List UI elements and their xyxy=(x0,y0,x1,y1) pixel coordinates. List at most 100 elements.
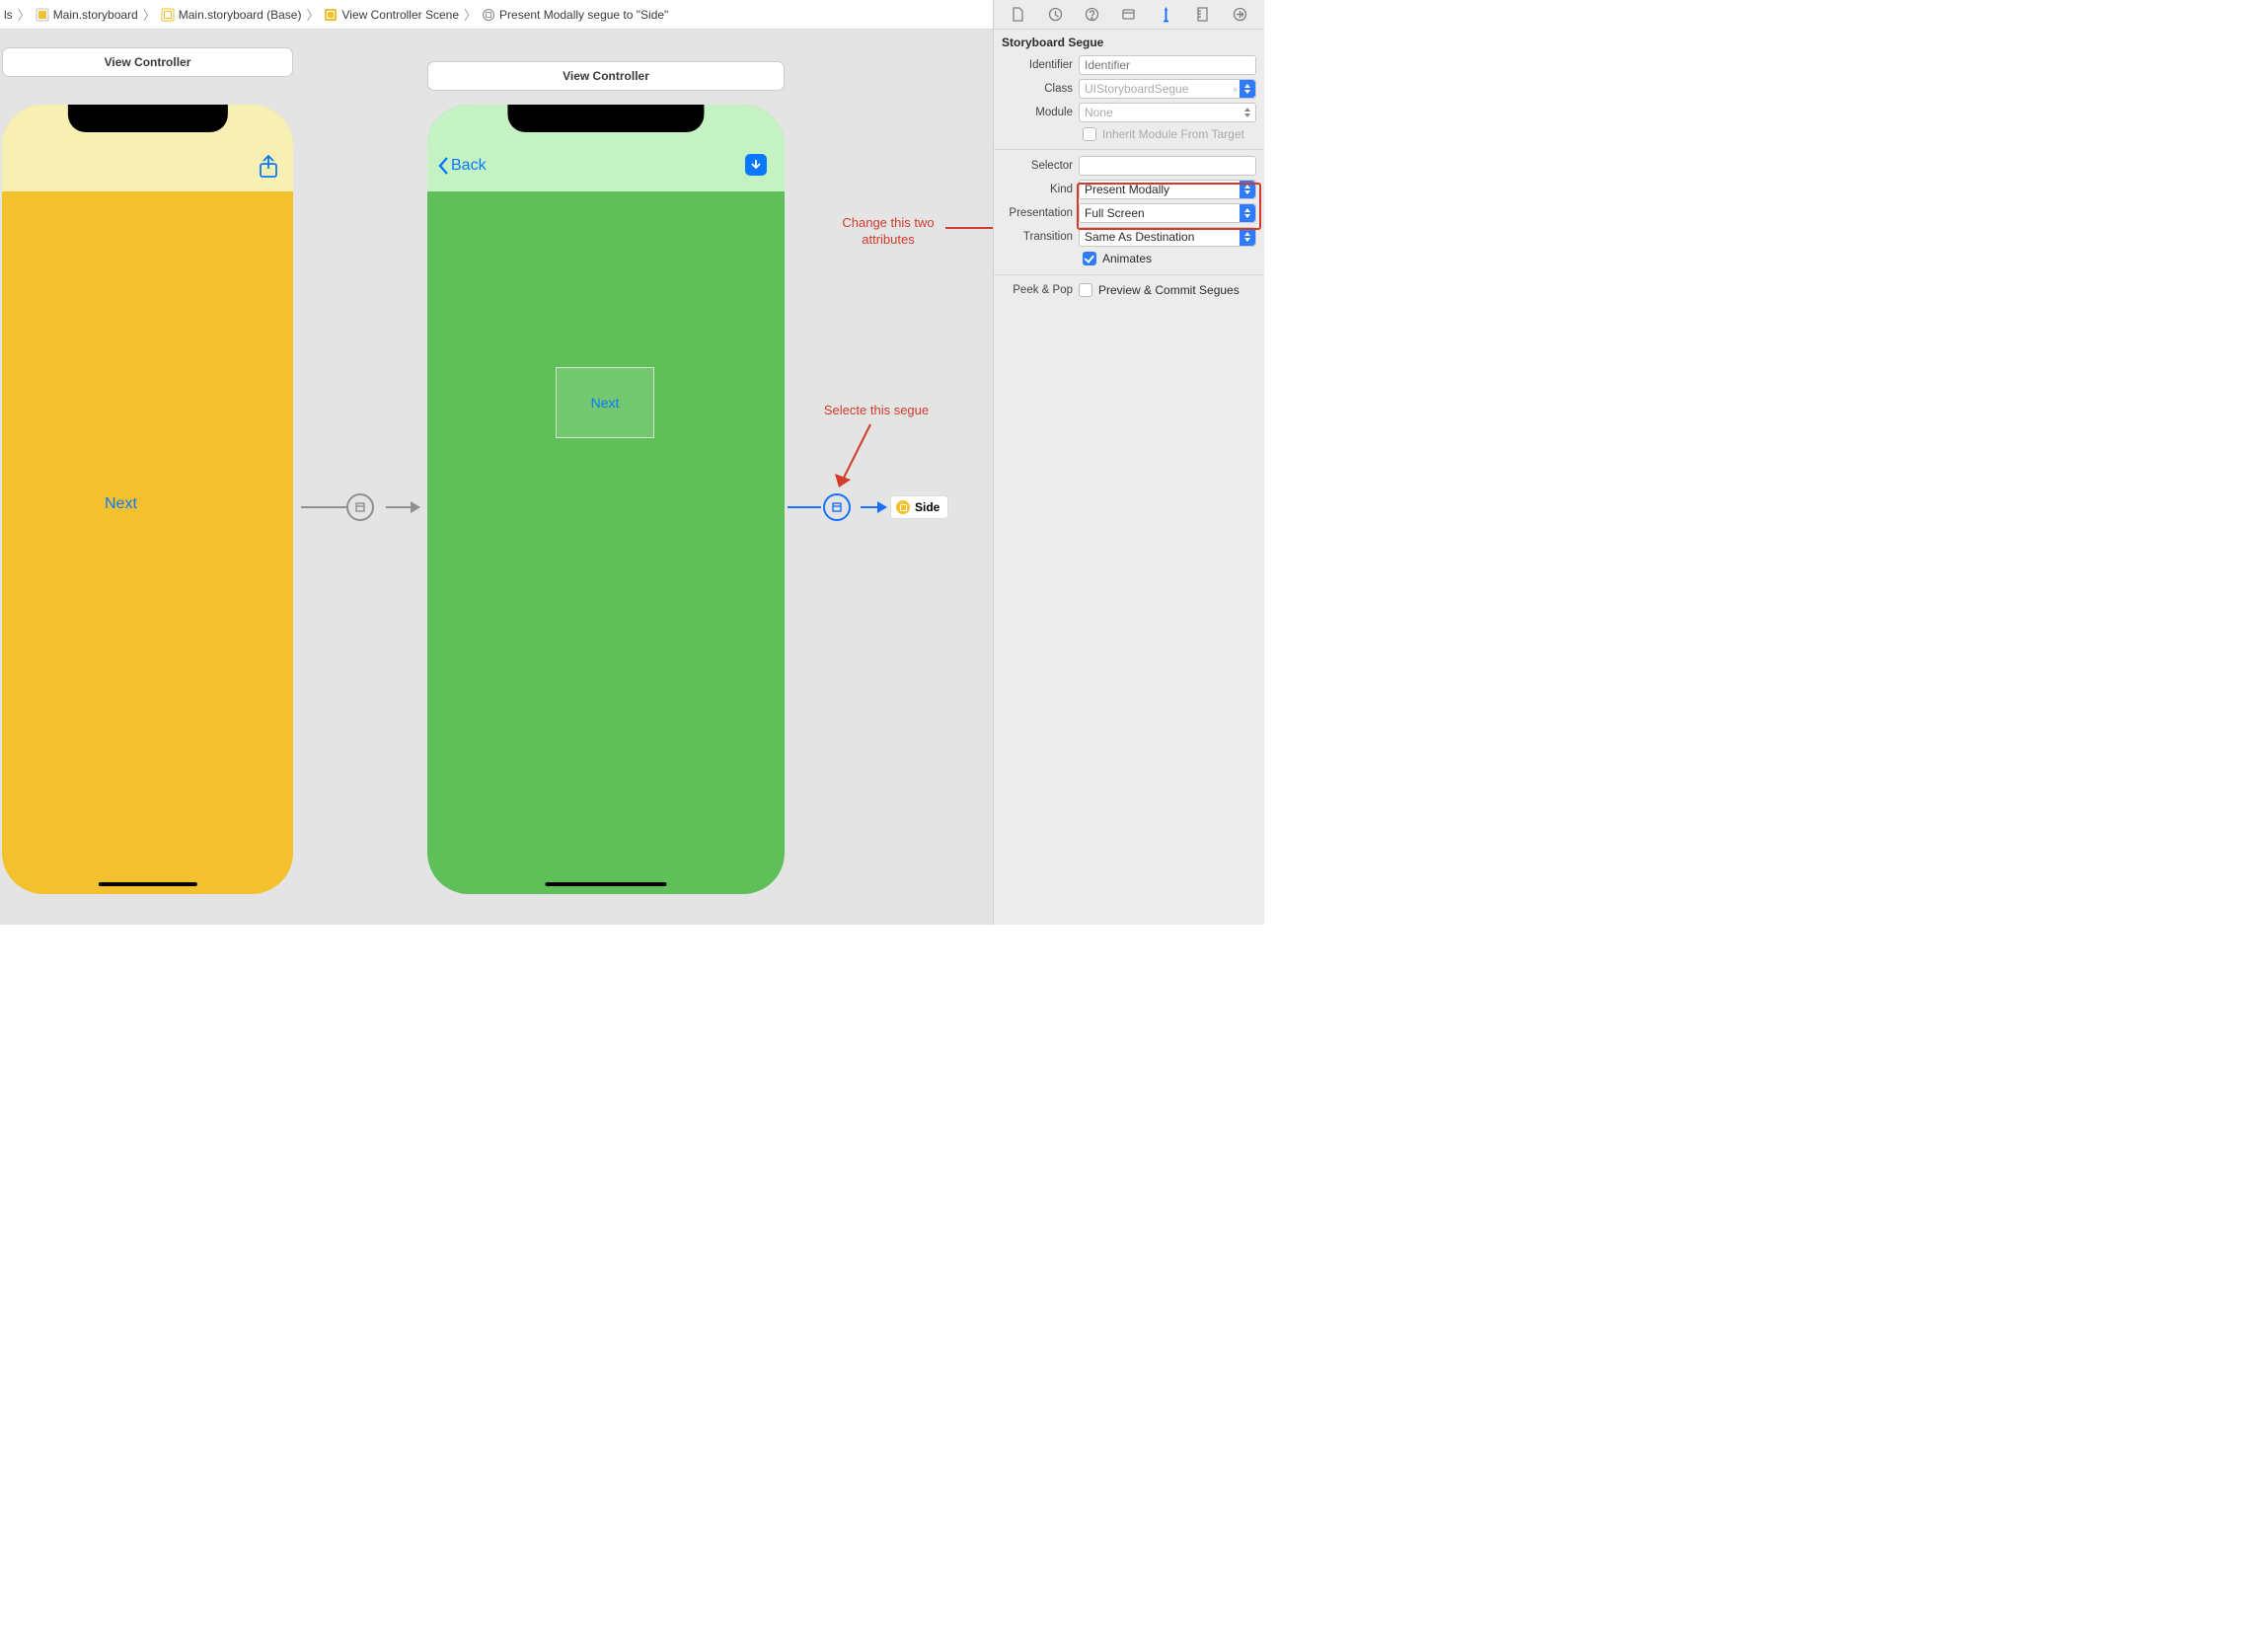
identity-inspector-tab-icon[interactable] xyxy=(1119,5,1139,25)
identifier-input[interactable] xyxy=(1079,55,1256,75)
checkbox-label: Preview & Commit Segues xyxy=(1098,283,1240,297)
field-label: Class xyxy=(1002,83,1073,95)
crumb-scene[interactable]: View Controller Scene xyxy=(320,8,463,22)
destination-reference-chip[interactable]: Side xyxy=(890,495,948,519)
field-label: Kind xyxy=(1002,184,1073,195)
annotation-text: Change this two attributes xyxy=(824,215,952,249)
segue-line xyxy=(301,506,346,508)
select-value: Present Modally xyxy=(1085,183,1169,196)
chevron-right-icon: 〉 xyxy=(17,5,32,24)
segue-line xyxy=(788,506,821,508)
annotation-arrow-icon xyxy=(945,223,993,233)
field-label: Identifier xyxy=(1002,59,1073,71)
presentation-row: Presentation Full Screen xyxy=(994,201,1264,225)
crumb-label: View Controller Scene xyxy=(341,8,459,22)
view-controller-icon xyxy=(896,500,910,514)
identifier-row: Identifier xyxy=(994,53,1264,77)
preview-commit-checkbox[interactable] xyxy=(1079,283,1092,297)
kind-row: Kind Present Modally xyxy=(994,178,1264,201)
crumb-label: Main.storyboard xyxy=(53,8,138,22)
arrow-right-icon xyxy=(877,501,887,513)
segue-present-icon xyxy=(346,493,374,521)
scene-title-bar[interactable]: View Controller xyxy=(427,61,785,91)
storyboard-canvas[interactable]: View Controller View Controller Next Bac… xyxy=(0,30,993,925)
scene-title: View Controller xyxy=(563,69,649,83)
history-inspector-tab-icon[interactable] xyxy=(1045,5,1065,25)
segue-present-icon xyxy=(823,493,851,521)
crumb-label: ls xyxy=(4,8,13,22)
field-label: Transition xyxy=(1002,231,1073,243)
scene-icon xyxy=(324,8,338,22)
scene-title: View Controller xyxy=(105,55,191,69)
back-button[interactable]: Back xyxy=(437,156,487,176)
inspector-section-title: Storyboard Segue xyxy=(994,30,1264,53)
transition-select[interactable]: Same As Destination xyxy=(1079,227,1256,247)
device-notch xyxy=(67,105,227,132)
class-select[interactable]: UIStoryboardSegue ◦ xyxy=(1079,79,1256,99)
presentation-select[interactable]: Full Screen xyxy=(1079,203,1256,223)
selector-row: Selector xyxy=(994,154,1264,178)
size-inspector-tab-icon[interactable] xyxy=(1193,5,1213,25)
checkbox-label: Inherit Module From Target xyxy=(1102,127,1244,141)
chevron-updown-icon xyxy=(1240,181,1255,198)
inherit-module-checkbox[interactable] xyxy=(1083,127,1096,141)
field-label: Presentation xyxy=(1002,207,1073,219)
select-value: Same As Destination xyxy=(1085,230,1194,244)
crumb-storyboard[interactable]: Main.storyboard xyxy=(32,8,142,22)
segue-icon xyxy=(482,8,495,22)
scene-title-bar[interactable]: View Controller xyxy=(2,47,293,77)
transition-row: Transition Same As Destination xyxy=(994,225,1264,249)
chevron-right-icon: 〉 xyxy=(463,5,478,24)
download-icon[interactable] xyxy=(745,154,767,176)
clear-icon[interactable]: ◦ xyxy=(1233,81,1238,97)
segue-connector[interactable] xyxy=(301,488,419,527)
peek-pop-row: Peek & Pop Preview & Commit Segues xyxy=(994,274,1264,299)
next-button[interactable]: Next xyxy=(105,495,137,513)
selector-input[interactable] xyxy=(1079,156,1256,176)
segue-connector-selected[interactable] xyxy=(788,488,886,527)
class-row: Class UIStoryboardSegue ◦ xyxy=(994,77,1264,101)
module-select[interactable]: None xyxy=(1079,103,1256,122)
animates-checkbox[interactable] xyxy=(1083,252,1096,265)
crumb-label: Present Modally segue to "Side" xyxy=(499,8,668,22)
select-value: None xyxy=(1085,106,1113,119)
attributes-inspector-tab-icon[interactable] xyxy=(1156,5,1175,25)
chevron-updown-icon xyxy=(1240,104,1255,121)
attributes-inspector: Storyboard Segue Identifier Class UIStor… xyxy=(993,0,1264,925)
help-inspector-tab-icon[interactable] xyxy=(1083,5,1102,25)
connections-inspector-tab-icon[interactable] xyxy=(1230,5,1249,25)
chevron-right-icon: 〉 xyxy=(305,5,320,24)
chip-label: Side xyxy=(915,500,940,514)
breadcrumb: ls 〉 Main.storyboard 〉 Main.storyboard (… xyxy=(0,5,1122,24)
field-label: Selector xyxy=(1002,160,1073,172)
inherit-module-row: Inherit Module From Target xyxy=(994,124,1264,150)
module-row: Module None xyxy=(994,101,1264,124)
container-label: Next xyxy=(591,395,620,411)
view-controller-preview[interactable] xyxy=(2,105,293,894)
back-label: Back xyxy=(451,157,487,175)
view-controller-preview[interactable]: Back Next xyxy=(427,105,785,894)
annotation-arrow-icon xyxy=(831,418,880,493)
chevron-updown-icon xyxy=(1240,80,1255,98)
arrow-right-icon xyxy=(411,501,420,513)
container-view[interactable]: Next xyxy=(556,367,654,438)
chevron-right-icon: 〉 xyxy=(142,5,157,24)
field-label: Module xyxy=(1002,107,1073,118)
chevron-updown-icon xyxy=(1240,204,1255,222)
share-icon[interactable] xyxy=(258,154,279,185)
kind-select[interactable]: Present Modally xyxy=(1079,180,1256,199)
checkbox-label: Animates xyxy=(1102,252,1152,265)
field-label: Peek & Pop xyxy=(1002,284,1073,296)
device-notch xyxy=(507,105,704,132)
file-inspector-tab-icon[interactable] xyxy=(1009,5,1028,25)
select-value: UIStoryboardSegue xyxy=(1085,82,1188,96)
crumb-storyboard-base[interactable]: Main.storyboard (Base) xyxy=(157,8,306,22)
chevron-updown-icon xyxy=(1240,228,1255,246)
crumb-folder[interactable]: ls xyxy=(0,8,17,22)
animates-row: Animates xyxy=(994,249,1264,268)
inspector-tab-bar xyxy=(994,0,1264,30)
crumb-segue[interactable]: Present Modally segue to "Side" xyxy=(478,8,672,22)
storyboard-scene-icon xyxy=(161,8,175,22)
storyboard-file-icon xyxy=(36,8,49,22)
home-indicator xyxy=(98,882,196,886)
